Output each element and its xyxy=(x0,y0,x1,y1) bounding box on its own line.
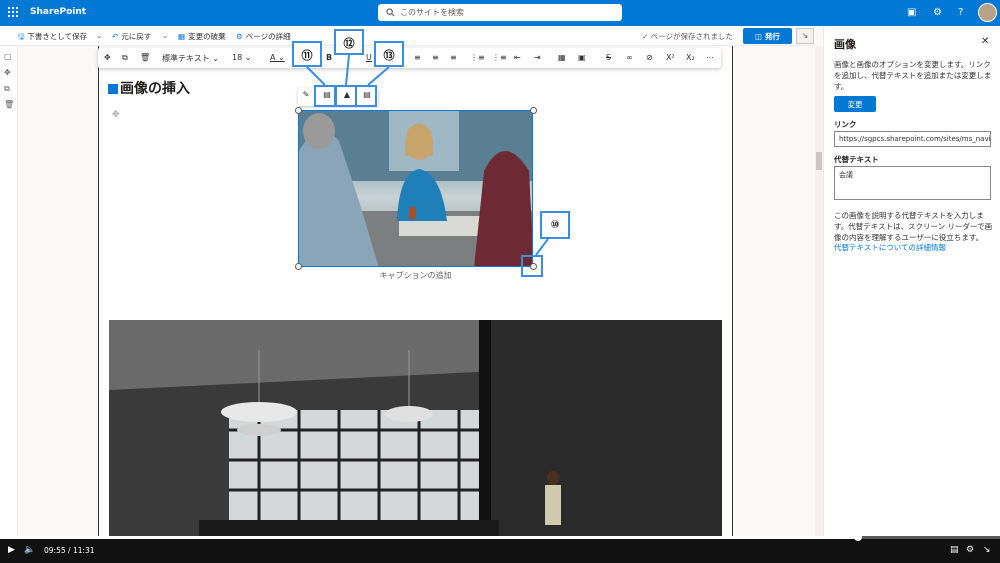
volume-icon[interactable]: 🔈 xyxy=(24,545,35,555)
time-display: 09:55 / 11:31 xyxy=(44,546,95,555)
captions-icon[interactable]: ▤ xyxy=(950,545,959,555)
fullscreen-icon[interactable]: ↘ xyxy=(983,545,991,555)
progress-fill xyxy=(0,536,858,539)
callout-connectors xyxy=(306,54,549,256)
settings-icon[interactable]: ⚙ xyxy=(966,545,974,555)
progress-bar[interactable] xyxy=(0,533,1000,541)
progress-knob[interactable] xyxy=(854,533,862,541)
video-player-bar xyxy=(0,536,1000,563)
play-icon[interactable]: ▶ xyxy=(8,545,15,555)
